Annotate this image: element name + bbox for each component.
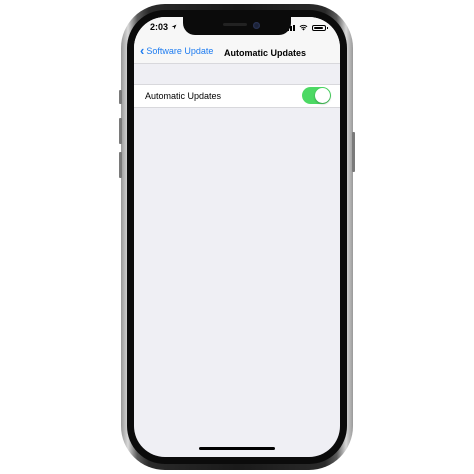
battery-icon bbox=[312, 24, 328, 31]
notch bbox=[183, 17, 291, 35]
side-button bbox=[352, 132, 355, 172]
status-time: 2:03 bbox=[150, 22, 169, 32]
navigation-bar: ‹ Software Update Automatic Updates bbox=[134, 41, 340, 64]
silent-switch bbox=[119, 90, 122, 104]
back-button-label: Software Update bbox=[146, 45, 214, 56]
camera-icon bbox=[253, 22, 260, 29]
back-button[interactable]: ‹ Software Update bbox=[140, 43, 214, 58]
status-time-group: 2:03 bbox=[150, 22, 177, 32]
stage: 2:03 ‹ Software Update Automatic Updates… bbox=[0, 0, 474, 474]
phone-frame: 2:03 ‹ Software Update Automatic Updates… bbox=[119, 4, 355, 470]
home-indicator[interactable] bbox=[199, 447, 275, 450]
speaker bbox=[223, 23, 247, 26]
screen: 2:03 ‹ Software Update Automatic Updates… bbox=[134, 17, 340, 457]
volume-up-button bbox=[119, 118, 122, 144]
volume-down-button bbox=[119, 152, 122, 178]
settings-row-label: Automatic Updates bbox=[145, 91, 222, 101]
wifi-icon bbox=[299, 24, 308, 31]
automatic-updates-toggle[interactable] bbox=[302, 87, 331, 104]
settings-row-automatic-updates: Automatic Updates bbox=[134, 84, 340, 108]
location-arrow-icon bbox=[171, 24, 177, 30]
toggle-knob bbox=[315, 88, 330, 103]
chevron-left-icon: ‹ bbox=[140, 43, 145, 58]
page-title: Automatic Updates bbox=[224, 48, 307, 58]
